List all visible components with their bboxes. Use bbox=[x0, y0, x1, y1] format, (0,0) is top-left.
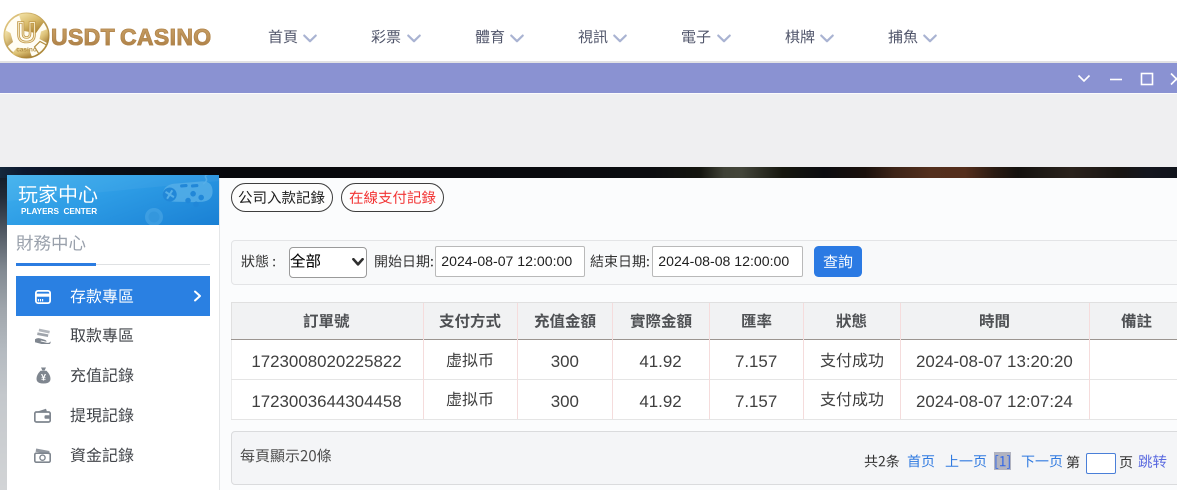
svg-text:¥: ¥ bbox=[41, 373, 46, 383]
svg-text:casino: casino bbox=[16, 47, 37, 54]
